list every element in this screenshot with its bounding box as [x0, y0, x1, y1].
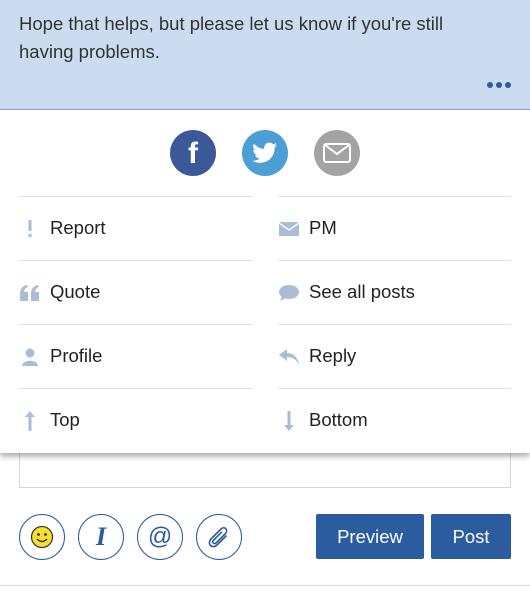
menu-item-label: Reply [309, 345, 357, 366]
message-line-2: having problems. [19, 41, 160, 62]
menu-item-see-all-posts[interactable]: See all posts [278, 260, 511, 324]
menu-item-reply[interactable]: Reply [278, 324, 511, 388]
preview-button[interactable]: Preview [316, 514, 424, 559]
speech-bubble-icon [278, 283, 300, 303]
email-share-button[interactable] [314, 130, 360, 176]
menu-item-bottom[interactable]: Bottom [278, 388, 511, 452]
paperclip-icon [208, 527, 228, 548]
menu-item-top[interactable]: Top [19, 388, 252, 452]
arrow-up-icon [19, 411, 41, 431]
menu-item-label: See all posts [309, 281, 415, 302]
more-options-icon[interactable] [487, 82, 511, 88]
quote-icon [19, 283, 41, 303]
italic-button[interactable]: I [78, 514, 124, 560]
menu-item-report[interactable]: Report [19, 196, 252, 260]
mention-button[interactable]: @ [137, 514, 183, 560]
facebook-icon: f [188, 137, 198, 170]
smilie-button[interactable] [19, 514, 65, 560]
message-bubble: Hope that helps, but please let us know … [0, 0, 530, 110]
menu-item-profile[interactable]: Profile [19, 324, 252, 388]
at-sign-icon: @ [147, 523, 173, 550]
menu-item-label: Report [50, 217, 106, 238]
menu-item-label: Quote [50, 281, 101, 302]
page: Hope that helps, but please let us know … [0, 0, 530, 600]
menu-item-label: Bottom [309, 409, 368, 430]
menu-item-label: PM [309, 217, 337, 238]
smiley-icon [30, 525, 54, 549]
menu-item-label: Top [50, 409, 80, 430]
divider [0, 585, 530, 586]
menu-item-label: Profile [50, 345, 103, 366]
exclamation-icon [19, 219, 41, 239]
share-bar: f [0, 130, 530, 178]
envelope-icon [323, 143, 351, 163]
post-button[interactable]: Post [431, 514, 511, 559]
envelope-icon [278, 219, 300, 239]
post-actions-menu: f Report PM Quote See all posts Profile … [0, 110, 530, 453]
message-text: Hope that helps, but please let us know … [19, 10, 499, 66]
menu-item-quote[interactable]: Quote [19, 260, 252, 324]
message-line-1: Hope that helps, but please let us know … [19, 13, 444, 34]
reply-arrow-icon [278, 347, 300, 367]
facebook-share-button[interactable]: f [170, 130, 216, 176]
arrow-down-icon [278, 411, 300, 431]
twitter-share-button[interactable] [242, 130, 288, 176]
menu-item-pm[interactable]: PM [278, 196, 511, 260]
person-icon [19, 347, 41, 367]
twitter-icon [252, 142, 277, 163]
italic-icon: I [95, 522, 107, 551]
attach-button[interactable] [196, 514, 242, 560]
